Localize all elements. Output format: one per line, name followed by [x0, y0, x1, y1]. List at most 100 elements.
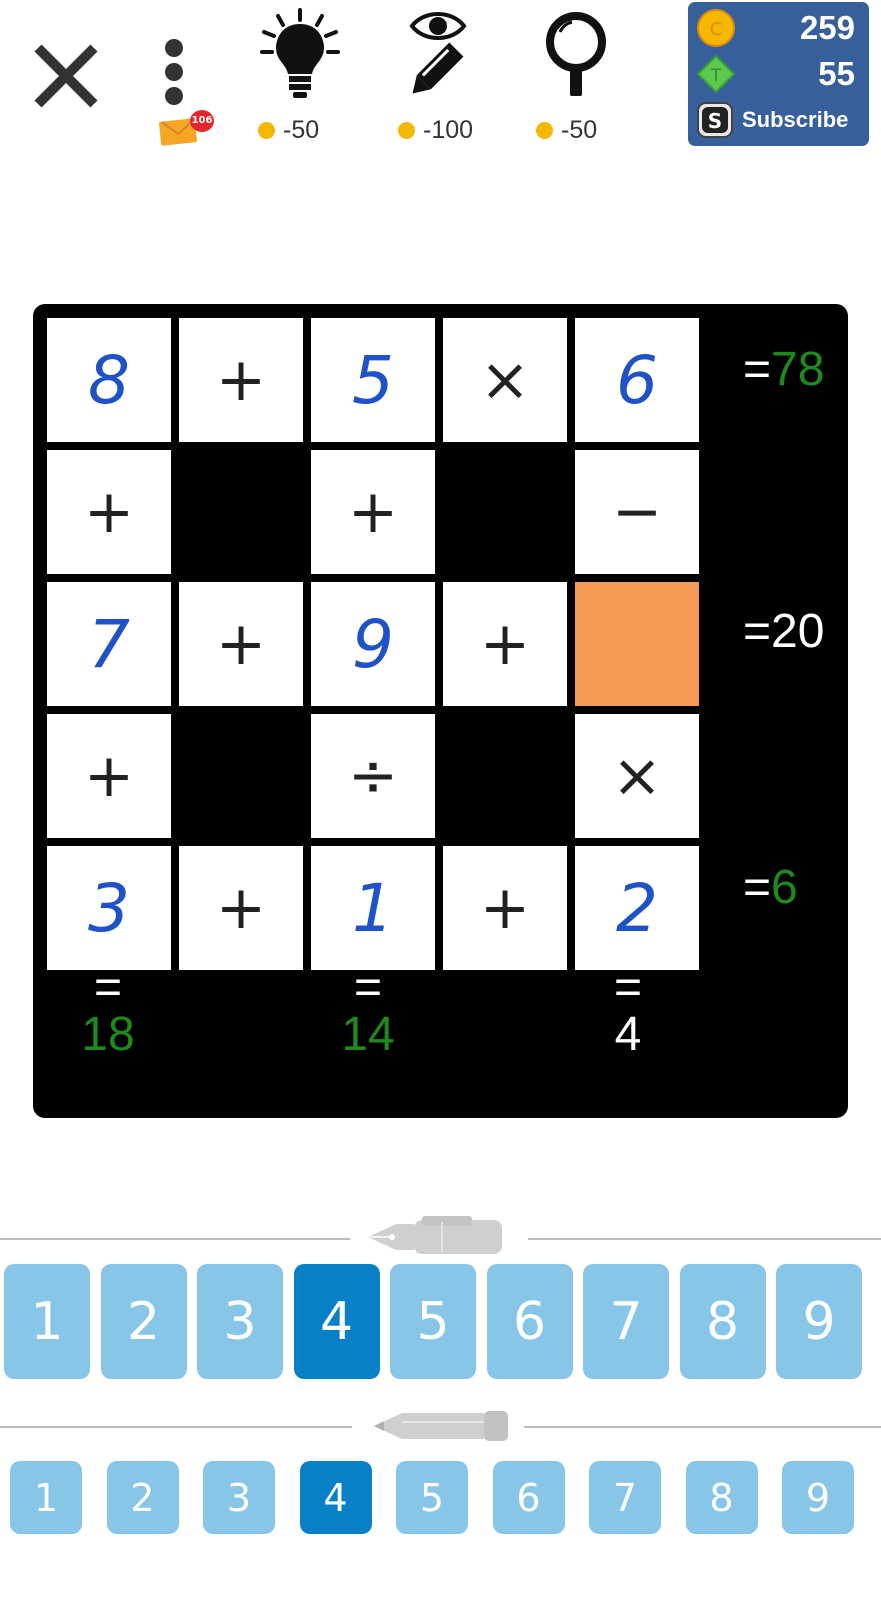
- pencil-key-1[interactable]: 1: [10, 1461, 82, 1534]
- row-result-1: = 78: [743, 343, 825, 396]
- col-result-3: = 4: [566, 964, 690, 1061]
- operator-cell: ×: [443, 318, 567, 442]
- operator-cell: ÷: [311, 714, 435, 838]
- reveal-button[interactable]: -100: [396, 8, 496, 144]
- operator-symbol: +: [83, 741, 135, 811]
- coin-icon: [258, 122, 275, 139]
- number-cell[interactable]: 6: [575, 318, 699, 442]
- hint-cost: -50: [283, 116, 320, 144]
- col-result-2: = 14: [306, 964, 430, 1061]
- pen-key-1[interactable]: 1: [4, 1264, 90, 1379]
- more-vertical-icon: [165, 39, 183, 105]
- pencil-key-7[interactable]: 7: [589, 1461, 661, 1534]
- cell-digit: 9: [352, 605, 394, 683]
- row-result-3: = 6: [743, 861, 798, 914]
- close-button[interactable]: [32, 42, 100, 110]
- pencil-key-8[interactable]: 8: [685, 1461, 758, 1534]
- col-result-1: = 18: [46, 964, 170, 1060]
- magnifier-icon: [546, 12, 606, 96]
- ticket-icon: T: [696, 54, 736, 94]
- svg-text:T: T: [710, 66, 722, 86]
- number-cell[interactable]: 5: [311, 318, 435, 442]
- operator-cell: +: [179, 846, 303, 970]
- cell-digit: 5: [352, 341, 394, 419]
- number-cell[interactable]: 8: [47, 318, 171, 442]
- number-cell[interactable]: 3: [47, 846, 171, 970]
- operator-symbol: +: [83, 477, 135, 547]
- pen-key-8[interactable]: 8: [679, 1264, 766, 1379]
- operator-cell: ×: [575, 714, 699, 838]
- operator-cell: +: [47, 714, 171, 838]
- cell-digit: 7: [88, 605, 130, 683]
- eye-pencil-icon: [409, 12, 467, 94]
- hint-button[interactable]: -50: [258, 8, 348, 144]
- pencil-mode-button[interactable]: [372, 1405, 512, 1447]
- wallet-panel[interactable]: C 259 T 55 S Subscribe: [688, 2, 869, 146]
- number-cell[interactable]: 9: [311, 582, 435, 706]
- pen-icon: [368, 1216, 502, 1254]
- pen-key-5[interactable]: 5: [390, 1264, 476, 1379]
- reveal-cost: -100: [423, 116, 474, 144]
- svg-text:S: S: [708, 109, 722, 133]
- operator-symbol: +: [215, 345, 267, 415]
- pen-key-4[interactable]: 4: [293, 1264, 380, 1379]
- pencil-icon: [374, 1411, 508, 1441]
- pencil-key-3[interactable]: 3: [203, 1461, 275, 1534]
- pencil-divider: [524, 1426, 881, 1428]
- operator-symbol: +: [347, 477, 399, 547]
- pencil-key-5[interactable]: 5: [396, 1461, 468, 1534]
- cell-digit: 2: [616, 869, 658, 947]
- pencil-key-6[interactable]: 6: [492, 1461, 565, 1534]
- pencil-key-9[interactable]: 9: [782, 1461, 854, 1534]
- coin-icon: [536, 122, 553, 139]
- operator-symbol: +: [215, 873, 267, 943]
- operator-cell: −: [575, 450, 699, 574]
- col-result-2-value: 14: [341, 1008, 395, 1061]
- puzzle-board: 8 +5 × 6 + + − 7 +9 + + ÷ × 3 +1 +2 = 78 = 20 = 6 = 18 = 1…: [33, 304, 848, 1118]
- operator-cell: +: [179, 582, 303, 706]
- operator-cell: +: [47, 450, 171, 574]
- operator-cell: +: [443, 582, 567, 706]
- blocked-cell: [443, 450, 567, 574]
- operator-cell: +: [311, 450, 435, 574]
- pencil-key-2[interactable]: 2: [106, 1461, 179, 1534]
- row-result-3-value: 6: [771, 861, 798, 914]
- operator-symbol: ×: [479, 345, 531, 415]
- pencil-key-4[interactable]: 4: [299, 1461, 372, 1534]
- row-result-2-value: 20: [771, 605, 825, 658]
- number-cell[interactable]: 2: [575, 846, 699, 970]
- operator-symbol: ÷: [347, 741, 399, 811]
- col-result-3-value: 4: [614, 1008, 642, 1061]
- operator-symbol: ×: [611, 741, 663, 811]
- coin-count: 259: [799, 9, 855, 46]
- blocked-cell: [179, 714, 303, 838]
- operator-symbol: +: [479, 873, 531, 943]
- pen-key-9[interactable]: 9: [776, 1264, 862, 1379]
- operator-cell: +: [443, 846, 567, 970]
- pen-key-6[interactable]: 6: [486, 1264, 573, 1379]
- check-cost: -50: [561, 116, 598, 144]
- pen-key-7[interactable]: 7: [583, 1264, 669, 1379]
- number-cell[interactable]: 7: [47, 582, 171, 706]
- selected-empty-cell[interactable]: [575, 582, 699, 706]
- check-button[interactable]: -50: [536, 8, 626, 144]
- cell-digit: 1: [352, 869, 394, 947]
- svg-text:C: C: [710, 19, 723, 40]
- pen-key-2[interactable]: 2: [100, 1264, 187, 1379]
- menu-button[interactable]: 106: [150, 38, 214, 148]
- cell-digit: 6: [616, 341, 658, 419]
- cell-digit: 8: [88, 341, 130, 419]
- number-cell[interactable]: 1: [311, 846, 435, 970]
- operator-cell: +: [179, 318, 303, 442]
- pen-divider: [528, 1238, 881, 1240]
- pencil-divider: [0, 1426, 352, 1428]
- mail-icon[interactable]: 106: [158, 110, 214, 146]
- row-result-2: = 20: [743, 605, 825, 658]
- ticket-count: 55: [818, 55, 855, 92]
- coin-icon: [398, 122, 415, 139]
- subscribe-button[interactable]: Subscribe: [742, 107, 848, 133]
- mail-badge: 106: [190, 110, 214, 132]
- pen-mode-button[interactable]: [366, 1214, 514, 1260]
- pen-key-3[interactable]: 3: [197, 1264, 283, 1379]
- operator-symbol: −: [611, 477, 663, 547]
